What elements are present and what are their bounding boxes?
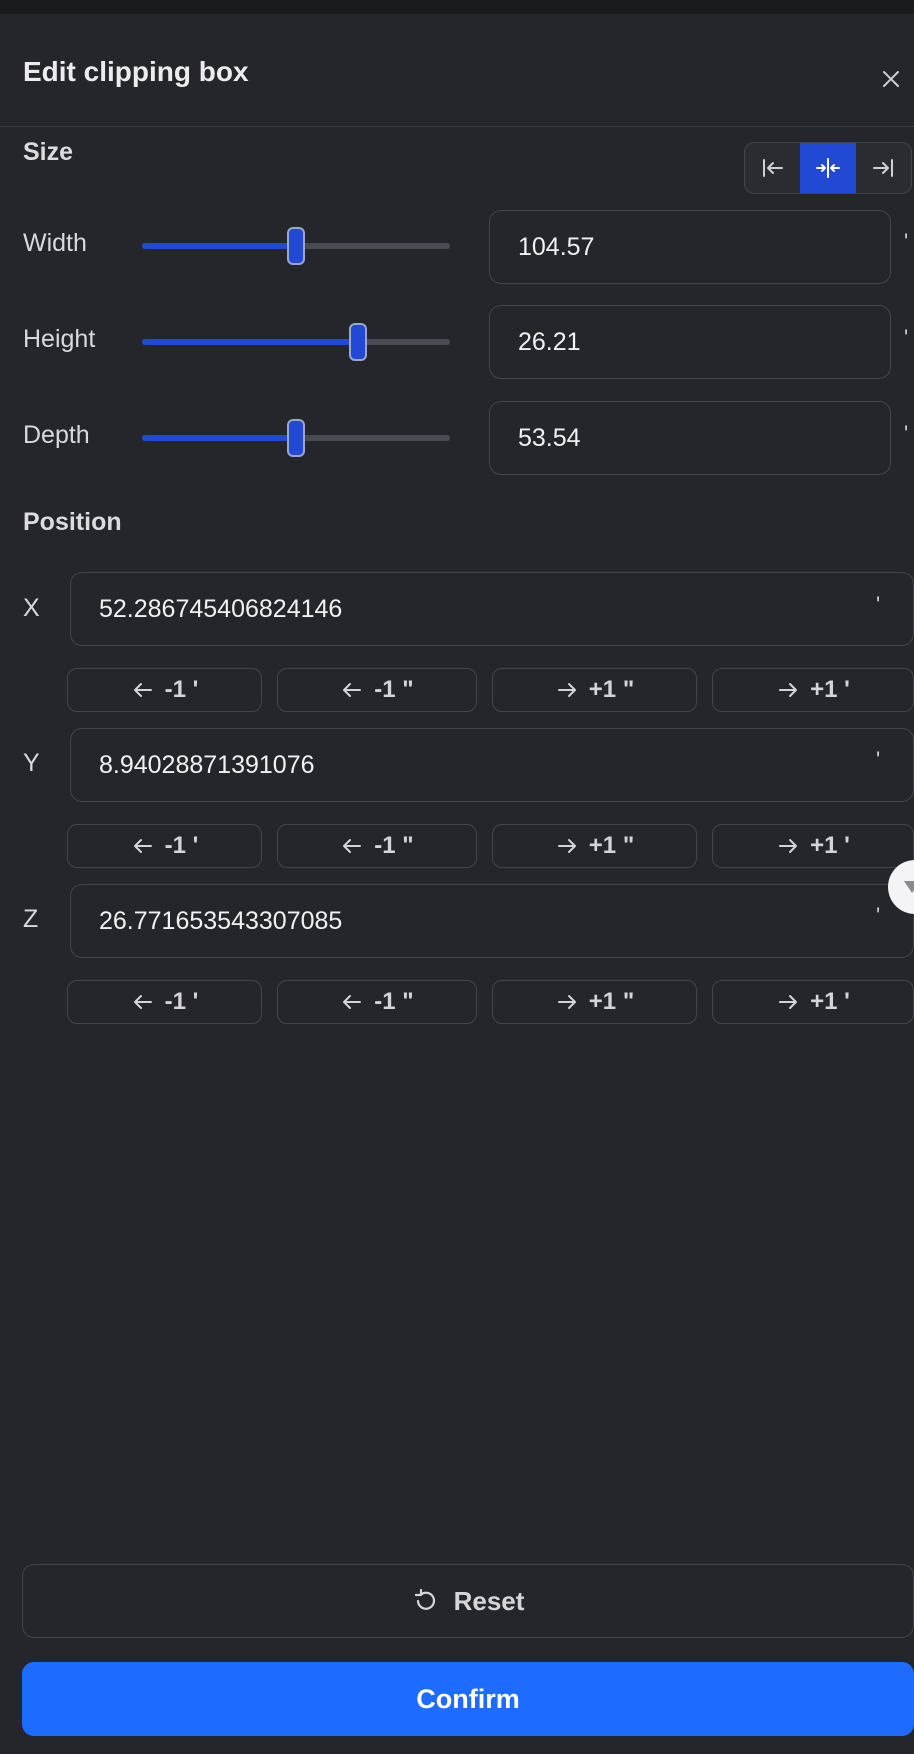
y-step-minus-inch[interactable]: -1 "	[277, 824, 477, 868]
slider-fill	[142, 435, 296, 441]
height-slider[interactable]	[142, 323, 450, 361]
position-section-label: Position	[23, 508, 122, 536]
step-label: -1 '	[164, 832, 199, 859]
arrow-left-icon	[133, 683, 152, 697]
close-button[interactable]	[874, 62, 908, 96]
depth-unit: '	[904, 421, 909, 446]
y-unit: '	[876, 747, 881, 772]
step-label: -1 '	[164, 676, 199, 703]
height-label: Height	[23, 325, 96, 353]
arrow-right-icon	[779, 995, 798, 1009]
slider-fill	[142, 339, 358, 345]
step-label: -1 '	[164, 988, 199, 1015]
arrow-left-icon	[133, 839, 152, 853]
anchor-mode-toggle	[744, 142, 912, 194]
slider-fill	[142, 243, 296, 249]
x-step-plus-inch[interactable]: +1 "	[492, 668, 697, 712]
width-slider[interactable]	[142, 227, 450, 265]
height-input[interactable]: 26.21	[489, 305, 891, 379]
step-label: +1 '	[810, 676, 850, 703]
x-unit: '	[876, 592, 881, 617]
x-step-minus-inch[interactable]: -1 "	[277, 668, 477, 712]
width-unit: '	[904, 229, 909, 254]
close-icon	[883, 71, 899, 87]
size-section-label: Size	[23, 138, 74, 166]
step-label: +1 '	[810, 832, 850, 859]
arrow-right-icon	[557, 839, 576, 853]
arrow-left-icon	[133, 995, 152, 1009]
slider-thumb[interactable]	[349, 323, 367, 361]
align-start-icon	[762, 159, 783, 177]
arrow-right-icon	[779, 683, 798, 697]
dialog-title: Edit clipping box	[23, 56, 249, 87]
align-center-icon	[815, 158, 840, 178]
slider-thumb[interactable]	[287, 227, 305, 265]
step-label: -1 "	[374, 676, 414, 703]
arrow-left-icon	[343, 995, 362, 1009]
y-step-minus-foot[interactable]: -1 '	[67, 824, 262, 868]
y-step-plus-foot[interactable]: +1 '	[712, 824, 914, 868]
y-position-input[interactable]: 8.94028871391076	[70, 728, 914, 802]
dialog-header: Edit clipping box	[0, 14, 914, 127]
y-step-plus-inch[interactable]: +1 "	[492, 824, 697, 868]
step-label: +1 "	[588, 988, 635, 1015]
width-label: Width	[23, 229, 87, 257]
chevron-down-icon	[904, 881, 914, 893]
reset-label: Reset	[453, 1585, 525, 1616]
z-unit: '	[876, 903, 881, 928]
top-bar	[0, 0, 914, 15]
step-label: -1 "	[374, 832, 414, 859]
depth-slider[interactable]	[142, 419, 450, 457]
clipping-box-panel: Edit clipping box Size Width 104.57 ' He…	[0, 14, 914, 1754]
z-position-input[interactable]: 26.771653543307085	[70, 884, 914, 958]
height-unit: '	[904, 325, 909, 350]
depth-input[interactable]: 53.54	[489, 401, 891, 475]
arrow-left-icon	[343, 839, 362, 853]
y-axis-label: Y	[23, 749, 40, 777]
step-label: +1 "	[588, 832, 635, 859]
anchor-start-button[interactable]	[745, 143, 800, 193]
step-label: +1 "	[588, 676, 635, 703]
z-step-minus-foot[interactable]: -1 '	[67, 980, 262, 1024]
arrow-right-icon	[557, 995, 576, 1009]
arrow-left-icon	[343, 683, 362, 697]
arrow-right-icon	[557, 683, 576, 697]
width-input[interactable]: 104.57	[489, 210, 891, 284]
z-step-minus-inch[interactable]: -1 "	[277, 980, 477, 1024]
z-step-plus-inch[interactable]: +1 "	[492, 980, 697, 1024]
arrow-right-icon	[779, 839, 798, 853]
step-label: +1 '	[810, 988, 850, 1015]
x-axis-label: X	[23, 594, 40, 622]
anchor-center-button[interactable]	[800, 143, 856, 193]
confirm-button[interactable]: Confirm	[22, 1662, 914, 1736]
slider-thumb[interactable]	[287, 419, 305, 457]
step-label: -1 "	[374, 988, 414, 1015]
x-step-plus-foot[interactable]: +1 '	[712, 668, 914, 712]
z-axis-label: Z	[23, 905, 39, 933]
reset-button[interactable]: Reset	[22, 1564, 914, 1638]
x-step-minus-foot[interactable]: -1 '	[67, 668, 262, 712]
reset-icon	[414, 1588, 435, 1610]
anchor-end-button[interactable]	[856, 143, 911, 193]
align-end-icon	[873, 159, 894, 177]
x-position-input[interactable]: 52.286745406824146	[70, 572, 914, 646]
z-step-plus-foot[interactable]: +1 '	[712, 980, 914, 1024]
depth-label: Depth	[23, 421, 90, 449]
